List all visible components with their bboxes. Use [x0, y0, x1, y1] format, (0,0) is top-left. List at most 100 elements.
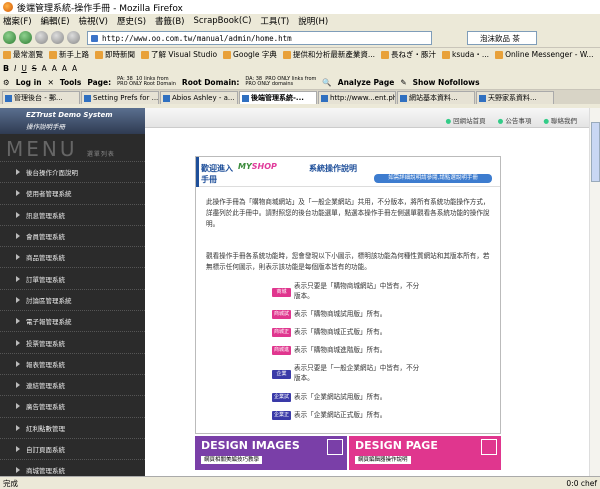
- menu-heading: MENU 選單列表: [0, 134, 145, 162]
- stop-icon[interactable]: [51, 31, 64, 44]
- sidebar-item[interactable]: 報表管理系統: [0, 354, 145, 375]
- browser-tab[interactable]: Abios Ashley - a...: [160, 91, 238, 104]
- sidebar-item[interactable]: 使用者管理系統: [0, 183, 145, 205]
- manual-text: 手冊: [201, 175, 217, 184]
- banner-decor-icon: [481, 439, 497, 455]
- seo-tools-button[interactable]: Tools: [60, 78, 81, 87]
- tab-favicon: [242, 94, 249, 102]
- sidebar-logo: EZTrust Demo System 操作說明手冊: [0, 108, 145, 134]
- browser-tab[interactable]: 網站基本資料...: [397, 91, 475, 104]
- title-bar: 後端管理系統-操作手冊 - Mozilla Firefox: [0, 0, 600, 14]
- sidebar-item[interactable]: 商品管理系統: [0, 247, 145, 269]
- sidebar-item[interactable]: 連結管理系統: [0, 375, 145, 397]
- welcome-header: 歡迎進入 手冊 MYSHOP 系統操作說明 如需詳細說明請參閱,請點選說明手冊: [196, 157, 500, 187]
- sidebar: EZTrust Demo System 操作說明手冊 MENU 選單列表 後台操…: [0, 108, 145, 476]
- bookmark-icon: [49, 50, 57, 59]
- sidebar-item[interactable]: 訂單管理系統: [0, 268, 145, 290]
- bookmark-item[interactable]: 長ねぎ・豚汁: [381, 49, 436, 60]
- browser-tab[interactable]: http://www...ent.php: [318, 91, 396, 104]
- sidebar-item[interactable]: 電子報管理系統: [0, 311, 145, 333]
- contact-link[interactable]: 聯絡我們: [543, 115, 577, 125]
- home-link[interactable]: 回網站首頁: [445, 115, 486, 125]
- bookmark-item[interactable]: 即時新聞: [95, 49, 135, 60]
- bookmark-item[interactable]: 提供和分析最新產業資...: [282, 49, 375, 60]
- analyze-page-button[interactable]: Analyze Page: [338, 78, 395, 87]
- sidebar-item[interactable]: 會員管理系統: [0, 226, 145, 248]
- welcome-text: 歡迎進入: [201, 164, 233, 173]
- bold-button[interactable]: B: [3, 64, 9, 73]
- manual-link-button[interactable]: 如需詳細說明請參閱,請點選說明手冊: [374, 174, 492, 183]
- bookmark-item[interactable]: Google 字典: [223, 49, 277, 60]
- seo-page-info: PA: 38 10 links from PRO ONLY Root Domai…: [117, 76, 176, 87]
- sidebar-item[interactable]: 紅利點數管理: [0, 418, 145, 439]
- sidebar-item[interactable]: 自訂頁面系統: [0, 439, 145, 461]
- menu-history[interactable]: 歷史(S): [117, 15, 146, 27]
- status-bar: 完成 0:0 chef: [0, 476, 600, 489]
- font-smaller-button[interactable]: A: [72, 64, 77, 73]
- news-link[interactable]: 公告事項: [498, 115, 531, 125]
- welcome-panel: 歡迎進入 手冊 MYSHOP 系統操作說明 如需詳細說明請參閱,請點選說明手冊 …: [195, 156, 501, 434]
- bookmark-item[interactable]: ksuda・...: [442, 49, 489, 60]
- seo-login-button[interactable]: Log in: [16, 78, 42, 87]
- sidebar-item[interactable]: 後台操作介面說明: [0, 162, 145, 184]
- url-input[interactable]: http://www.oo.com.tw/manual/admin/home.h…: [87, 30, 432, 45]
- firefox-icon: [3, 2, 13, 12]
- icon-paragraph: 觀看操作手冊各系統功能時，您會發現以下小圖示，標明該功能為何種性質網站和其版本所…: [206, 252, 490, 271]
- tab-strip: 管理後台 - 郵... Setting Prefs for ... Abios …: [0, 90, 600, 104]
- tab-favicon: [5, 94, 12, 102]
- home-icon[interactable]: [67, 31, 80, 44]
- back-icon[interactable]: [3, 31, 16, 44]
- strike-button[interactable]: S: [32, 64, 37, 73]
- underline-button[interactable]: U: [21, 64, 27, 73]
- sidebar-item[interactable]: 投票管理系統: [0, 332, 145, 354]
- design-images-banner[interactable]: DESIGN IMAGES 網頁相關美編技巧教學: [195, 436, 347, 470]
- badge-mall-trial: 商城試用: [272, 310, 291, 326]
- menu-file[interactable]: 檔案(F): [3, 15, 32, 27]
- status-text: 完成: [3, 478, 18, 488]
- sidebar-item[interactable]: 商城管理系統: [0, 460, 145, 476]
- seo-root-domain-label: Root Domain:: [181, 77, 240, 87]
- font-color-button[interactable]: A: [42, 64, 47, 73]
- forward-icon[interactable]: [19, 31, 32, 44]
- legend-text: 表示「購物商城進階版」所有。: [294, 346, 387, 354]
- sidebar-item[interactable]: 廣告管理系統: [0, 396, 145, 418]
- show-nofollows-button[interactable]: Show Nofollows: [413, 78, 480, 87]
- highlight-button[interactable]: A: [52, 64, 57, 73]
- pencil-icon: ✎: [400, 77, 407, 87]
- bookmark-item[interactable]: 最常瀏覽: [3, 49, 43, 60]
- bookmark-item[interactable]: 了解 Visual Studio: [141, 49, 217, 60]
- search-input[interactable]: 泡沫飲品 茶: [467, 30, 537, 45]
- bookmark-icon: [223, 50, 232, 59]
- bookmark-icon: [141, 50, 149, 59]
- browser-tab[interactable]: 天野家系資料...: [476, 91, 554, 104]
- badge-enterprise: 企業: [272, 370, 291, 379]
- vertical-scrollbar[interactable]: [589, 108, 600, 476]
- sidebar-item[interactable]: 訊息管理系統: [0, 205, 145, 226]
- bookmark-item[interactable]: Online Messenger - W...: [495, 50, 594, 59]
- design-page-banner[interactable]: DESIGN PAGE 網頁編輯器操作說明: [349, 436, 501, 470]
- italic-button[interactable]: I: [14, 64, 16, 73]
- sidebar-logo-text: EZTrust Demo System: [26, 111, 113, 119]
- sidebar-item[interactable]: 討論區管理系統: [0, 290, 145, 312]
- browser-tab[interactable]: Setting Prefs for ...: [81, 91, 159, 104]
- status-right: 0:0 chef: [566, 478, 597, 488]
- scrollbar-thumb[interactable]: [591, 122, 600, 182]
- banner-title: DESIGN IMAGES: [201, 439, 300, 452]
- header-links: 回網站首頁 公告事項 聯絡我們: [445, 115, 577, 125]
- reload-icon[interactable]: [35, 31, 48, 44]
- menu-view[interactable]: 檢視(V): [79, 15, 108, 27]
- menu-edit[interactable]: 編輯(E): [41, 15, 70, 27]
- tools-icon: ✕: [47, 77, 54, 87]
- menu-bookmarks[interactable]: 書籤(B): [155, 15, 184, 27]
- badge-mall-official: 商城正式: [272, 328, 291, 344]
- font-larger-button[interactable]: A: [62, 64, 67, 73]
- page-content: 回網站首頁 公告事項 聯絡我們 EZTrust Demo System 操作說明…: [0, 108, 589, 476]
- menu-tools[interactable]: 工具(T): [260, 15, 289, 27]
- menu-help[interactable]: 說明(H): [298, 15, 328, 27]
- seo-root-domain-info: DA: 38 PRO ONLY links from PRO ONLY doma…: [245, 76, 317, 87]
- tab-favicon: [84, 94, 91, 102]
- browser-tab-active[interactable]: 後端管理系統-...: [239, 91, 317, 104]
- browser-tab[interactable]: 管理後台 - 郵...: [2, 91, 80, 104]
- menu-scrapbook[interactable]: ScrapBook(C): [194, 16, 252, 26]
- bookmark-item[interactable]: 新手上路: [49, 49, 89, 60]
